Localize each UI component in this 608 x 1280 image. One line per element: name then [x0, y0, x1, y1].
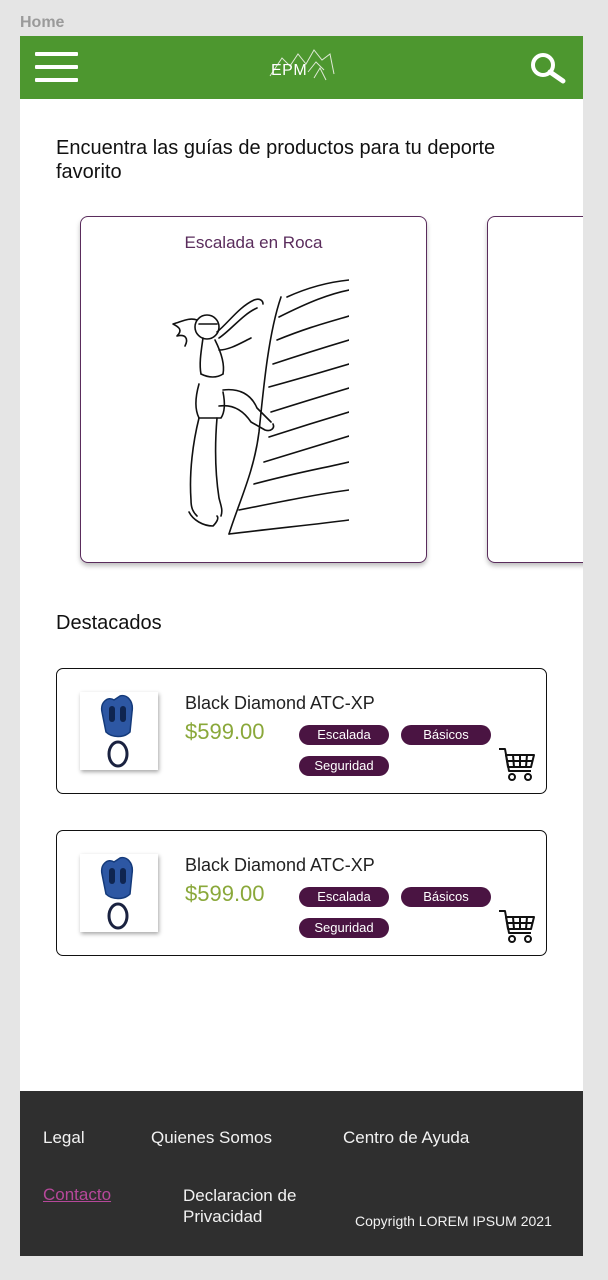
product-name[interactable]: Black Diamond ATC-XP	[185, 855, 375, 876]
guide-card-title: Escalada en Roca	[184, 233, 323, 252]
product-price: $599.00	[185, 881, 265, 906]
belay-device-icon	[100, 694, 134, 768]
product-price: $599.00	[185, 719, 265, 744]
guide-card-rock-climbing[interactable]: Escalada en Roca	[80, 216, 427, 563]
guide-card-next[interactable]	[487, 216, 583, 563]
frame-label: Home	[20, 14, 65, 31]
footer: Legal Quienes Somos Centro de Ayuda Cont…	[20, 1091, 583, 1256]
tag-basicos[interactable]: Básicos	[401, 887, 491, 907]
tag-escalada[interactable]: Escalada	[299, 725, 389, 745]
footer-link-declaracion-line2: Privacidad	[183, 1207, 263, 1226]
cart-icon[interactable]	[497, 745, 537, 783]
tag-basicos[interactable]: Básicos	[401, 725, 491, 745]
logo-text: EPM	[271, 62, 308, 79]
tag-seguridad[interactable]: Seguridad	[299, 756, 389, 776]
product-card[interactable]: Black Diamond ATC-XP $599.00 Escalada Bá…	[56, 830, 547, 956]
footer-copyright: Copyrigth LOREM IPSUM 2021	[355, 1213, 552, 1229]
product-image[interactable]	[80, 854, 158, 932]
guides-heading: Encuentra las guías de productos para tu…	[56, 137, 496, 183]
tag-seguridad[interactable]: Seguridad	[299, 918, 389, 938]
cart-icon[interactable]	[497, 907, 537, 945]
belay-device-icon	[100, 856, 134, 930]
search-icon[interactable]	[528, 52, 568, 86]
footer-link-declaracion-line1: Declaracion de	[183, 1186, 297, 1205]
footer-link-contacto[interactable]: Contacto	[43, 1185, 111, 1205]
product-name[interactable]: Black Diamond ATC-XP	[185, 693, 375, 714]
rock-climber-illustration	[172, 279, 349, 535]
epm-logo[interactable]: EPM	[268, 44, 336, 90]
featured-heading: Destacados	[56, 612, 162, 634]
footer-link-centro-de-ayuda[interactable]: Centro de Ayuda	[343, 1128, 469, 1148]
hamburger-menu-icon[interactable]	[35, 52, 78, 82]
tag-escalada[interactable]: Escalada	[299, 887, 389, 907]
top-bar: EPM	[20, 36, 583, 99]
footer-link-declaracion-privacidad[interactable]: Declaracion de Privacidad	[183, 1185, 296, 1227]
app-screen: EPM Encuentra las guías de productos par…	[20, 36, 583, 1256]
footer-link-quienes-somos[interactable]: Quienes Somos	[151, 1128, 272, 1148]
product-image[interactable]	[80, 692, 158, 770]
product-card[interactable]: Black Diamond ATC-XP $599.00 Escalada Bá…	[56, 668, 547, 794]
footer-link-legal[interactable]: Legal	[43, 1128, 85, 1148]
